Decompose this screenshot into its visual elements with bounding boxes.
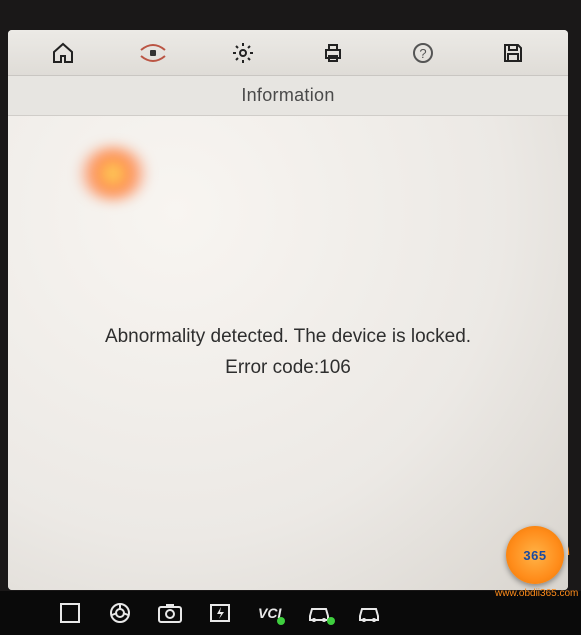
app-window: ? Information Abnormality detected. The …	[8, 30, 568, 590]
watermark-logo-text: 365	[506, 526, 564, 584]
home-button[interactable]	[49, 39, 77, 67]
error-line-1: Abnormality detected. The device is lock…	[105, 324, 471, 351]
error-message: Abnormality detected. The device is lock…	[105, 324, 471, 381]
camera-icon	[157, 602, 183, 624]
title-bar: Information	[8, 76, 568, 116]
chrome-icon	[108, 601, 132, 625]
watermark-gear-icon: 365	[506, 526, 564, 584]
car-icon	[356, 602, 382, 624]
connection-icon	[139, 42, 167, 64]
top-toolbar: ?	[8, 30, 568, 76]
vci-status-dot	[277, 617, 285, 625]
save-button[interactable]	[499, 39, 527, 67]
printer-icon	[321, 41, 345, 65]
title-text: Information	[241, 85, 334, 106]
home-icon	[51, 41, 75, 65]
flash-icon	[208, 601, 232, 625]
watermark: 365 www.obdii365.com	[495, 526, 575, 599]
system-nav-bar: VCI	[0, 591, 581, 635]
print-button[interactable]	[319, 39, 347, 67]
vehicle-button-2[interactable]	[355, 599, 383, 627]
error-line-2: Error code:106	[105, 355, 471, 382]
save-icon	[501, 41, 525, 65]
watermark-url: www.obdii365.com	[495, 588, 575, 599]
vci-button[interactable]: VCI	[256, 599, 283, 627]
flash-button[interactable]	[206, 599, 234, 627]
recent-apps-button[interactable]	[56, 599, 84, 627]
connection-button[interactable]	[139, 39, 167, 67]
vehicle-button-1[interactable]	[305, 599, 333, 627]
settings-button[interactable]	[229, 39, 257, 67]
camera-button[interactable]	[156, 599, 184, 627]
browser-button[interactable]	[106, 599, 134, 627]
content-area: Abnormality detected. The device is lock…	[8, 116, 568, 590]
apps-icon	[59, 602, 81, 624]
help-button[interactable]: ?	[409, 39, 437, 67]
help-icon: ?	[411, 41, 435, 65]
svg-text:?: ?	[419, 46, 426, 61]
gear-icon	[231, 41, 255, 65]
camera-glare	[78, 146, 148, 201]
vehicle-status-dot	[327, 617, 335, 625]
